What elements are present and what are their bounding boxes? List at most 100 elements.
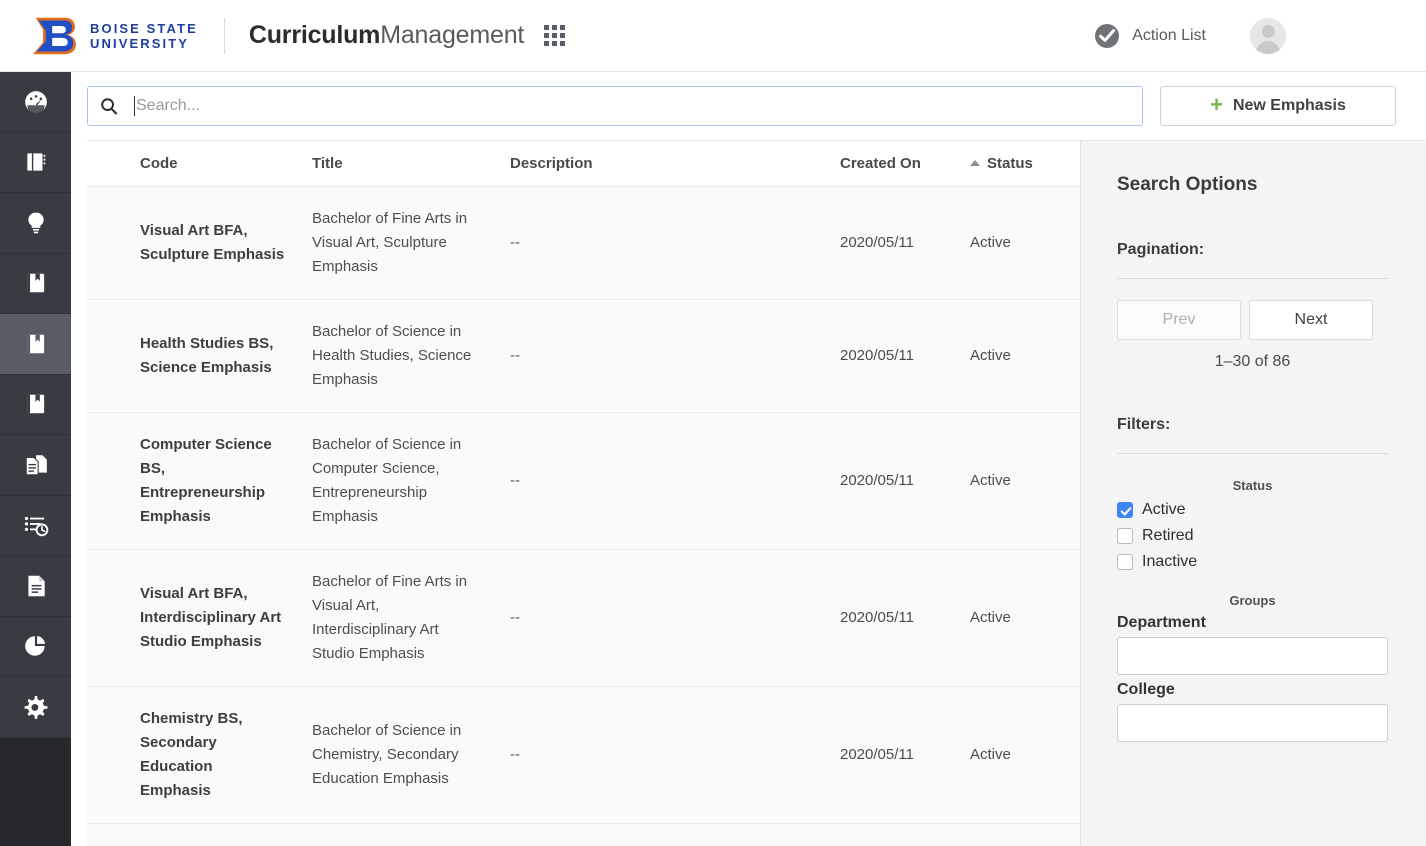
filter-status-retired[interactable]: Retired	[1117, 527, 1388, 545]
search-toolbar: Search... + New Emphasis	[71, 72, 1426, 140]
wordmark-line-1: BOISE STATE	[90, 20, 198, 36]
search-magnifier-icon	[100, 97, 118, 115]
dashboard-gauge-icon	[24, 90, 47, 114]
prev-page-button[interactable]: Prev	[1117, 300, 1241, 340]
left-sidebar	[0, 72, 71, 846]
filter-status-inactive-label: Inactive	[1142, 553, 1198, 570]
pagination-range: 1–30 of 86	[1214, 353, 1291, 370]
column-header-code[interactable]: Code	[140, 141, 312, 187]
cell-description: --	[510, 347, 520, 364]
cell-status: Active	[970, 347, 1011, 364]
cell-code: Computer Science BS, Entrepreneurship Em…	[140, 436, 272, 525]
table-header: Code Title Description Created On Status	[87, 141, 1080, 187]
app-title-regular: Management	[380, 21, 525, 49]
table-header-row: Code Title Description Created On Status	[87, 141, 1080, 187]
gear-settings-icon	[24, 695, 47, 719]
sidebar-item-reports-file[interactable]	[0, 556, 71, 617]
column-header-spacer	[87, 141, 140, 187]
grid-cell	[560, 25, 566, 30]
boise-state-b-icon	[30, 15, 78, 57]
cell-title: Bachelor of Science in Computer Science,…	[312, 436, 462, 525]
cell-title: Bachelor of Fine Arts in Visual Art, Int…	[312, 573, 468, 662]
action-list-button[interactable]: Action List	[1094, 23, 1206, 49]
department-label: Department	[1117, 614, 1206, 631]
table-body: Visual Art BFA, Sculpture Emphasis Bache…	[87, 186, 1080, 824]
checkbox-unchecked-icon[interactable]	[1117, 528, 1133, 544]
cell-created-on: 2020/05/11	[840, 472, 914, 489]
lightbulb-icon	[27, 212, 44, 234]
table-row[interactable]: Visual Art BFA, Sculpture Emphasis Bache…	[87, 186, 1080, 300]
search-options-panel: Search Options Pagination: Prev Next 1–3…	[1080, 140, 1426, 846]
column-header-title[interactable]: Title	[312, 141, 510, 187]
sidebar-item-dashboard[interactable]	[0, 72, 71, 133]
bookmark-book-icon	[27, 334, 44, 353]
sidebar-item-catalog[interactable]	[0, 132, 71, 193]
document-file-icon	[27, 575, 45, 597]
column-header-description[interactable]: Description	[510, 141, 840, 187]
filter-status-inactive[interactable]: Inactive	[1117, 553, 1388, 571]
row-spacer	[87, 413, 140, 550]
sidebar-item-programs[interactable]	[0, 253, 71, 314]
next-page-button[interactable]: Next	[1249, 300, 1373, 340]
cell-created-on: 2020/05/11	[840, 234, 914, 251]
pagination-controls: Prev Next	[1117, 300, 1388, 340]
pagination-divider	[1117, 278, 1388, 279]
filter-status-active[interactable]: Active	[1117, 501, 1388, 519]
table-row[interactable]: Health Studies BS, Science Emphasis Bach…	[87, 299, 1080, 413]
sidebar-item-proposals[interactable]	[0, 193, 71, 254]
column-header-status[interactable]: Status	[970, 141, 1080, 187]
text-cursor	[134, 96, 135, 116]
grid-cell	[560, 33, 566, 38]
filter-status-retired-label: Retired	[1142, 527, 1194, 544]
status-group-label: Status	[1232, 478, 1273, 493]
table-row[interactable]: Computer Science BS, Entrepreneurship Em…	[87, 412, 1080, 550]
sidebar-item-analytics[interactable]	[0, 616, 71, 677]
row-spacer	[87, 550, 140, 687]
department-input[interactable]	[1117, 637, 1388, 675]
sidebar-item-history[interactable]	[0, 495, 71, 556]
sidebar-item-concentrations[interactable]	[0, 374, 71, 435]
search-input[interactable]: Search...	[87, 86, 1143, 126]
cell-title: Bachelor of Science in Chemistry, Second…	[312, 722, 462, 787]
cell-description: --	[510, 609, 520, 626]
plus-icon: +	[1210, 92, 1223, 117]
cell-created-on: 2020/05/11	[840, 746, 914, 763]
college-label: College	[1117, 681, 1175, 698]
sort-ascending-icon	[970, 160, 980, 166]
boise-state-wordmark: BOISE STATE UNIVERSITY	[90, 21, 198, 51]
emphases-table: Code Title Description Created On Status…	[87, 141, 1080, 824]
table-row[interactable]: Visual Art BFA, Interdisciplinary Art St…	[87, 549, 1080, 687]
grid-apps-icon[interactable]	[544, 25, 566, 46]
boise-state-logo[interactable]: BOISE STATE UNIVERSITY	[30, 15, 198, 57]
filters-label: Filters:	[1117, 416, 1171, 433]
cell-status: Active	[970, 609, 1011, 626]
cell-created-on: 2020/05/11	[840, 347, 914, 364]
column-header-created-on[interactable]: Created On	[840, 141, 970, 187]
new-emphasis-button[interactable]: + New Emphasis	[1160, 86, 1396, 126]
list-clock-icon	[24, 517, 48, 537]
search-placeholder: Search...	[136, 97, 201, 114]
user-avatar[interactable]	[1250, 17, 1286, 54]
checkbox-unchecked-icon[interactable]	[1117, 554, 1133, 570]
check-circle-icon	[1095, 23, 1120, 48]
cell-title: Bachelor of Science in Health Studies, S…	[312, 323, 472, 388]
college-input[interactable]	[1117, 704, 1388, 742]
table-row[interactable]: Chemistry BS, Secondary Education Emphas…	[87, 686, 1080, 824]
copy-documents-icon	[25, 455, 47, 476]
wordmark-line-2: UNIVERSITY	[90, 35, 190, 51]
sidebar-item-emphases[interactable]	[0, 314, 71, 375]
bookmark-book-icon	[27, 274, 44, 293]
sidebar-item-settings[interactable]	[0, 677, 71, 738]
cell-description: --	[510, 746, 520, 763]
row-spacer	[87, 687, 140, 824]
pie-chart-icon	[24, 636, 45, 656]
header-divider	[223, 17, 225, 54]
sidebar-item-copy-documents[interactable]	[0, 435, 71, 496]
pagination-label: Pagination:	[1117, 241, 1205, 258]
cell-code: Health Studies BS, Science Emphasis	[140, 335, 274, 376]
cell-status: Active	[970, 746, 1011, 763]
book-closed-icon	[26, 153, 45, 171]
grid-cell	[544, 25, 550, 30]
cell-description: --	[510, 234, 520, 251]
checkbox-checked-icon[interactable]	[1117, 502, 1133, 518]
